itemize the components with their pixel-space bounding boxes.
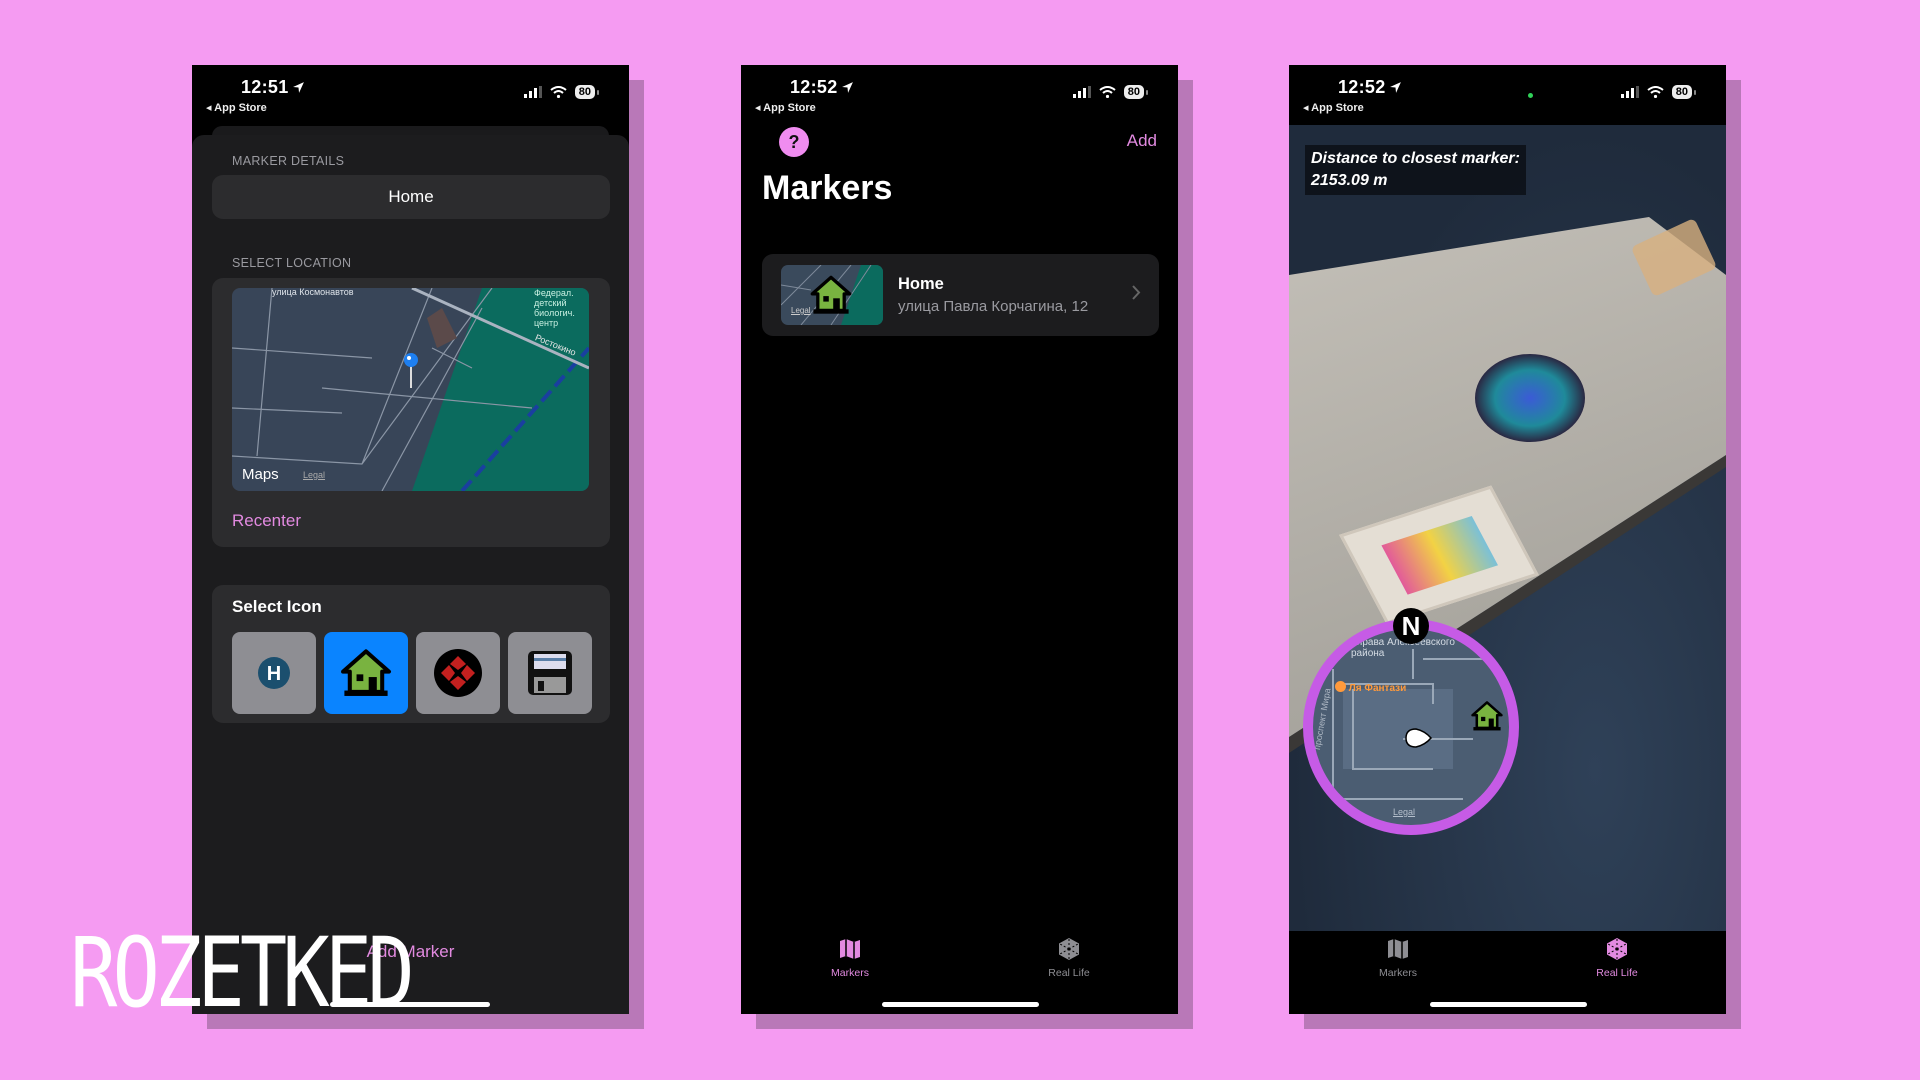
status-time: 12:52 xyxy=(1338,77,1402,98)
wifi-icon xyxy=(1647,86,1664,98)
tab-real-life[interactable]: Real Life xyxy=(1009,937,1129,979)
signal-icon xyxy=(523,86,542,98)
marker-details-label: MARKER DETAILS xyxy=(232,154,345,168)
map-icon xyxy=(1385,937,1411,961)
tab-real-life[interactable]: Real Life xyxy=(1557,937,1677,979)
ar-cube-icon xyxy=(1056,937,1082,961)
floppy-disk-icon xyxy=(528,651,572,695)
north-indicator: N xyxy=(1393,608,1429,644)
status-time: 12:52 xyxy=(790,77,854,98)
house-icon xyxy=(809,273,853,317)
map-poi-label: Федерал. детский биологич. центр xyxy=(534,288,575,328)
marker-title: Home xyxy=(898,275,944,293)
location-arrow-icon xyxy=(841,82,853,93)
add-button[interactable]: Add xyxy=(1127,131,1157,151)
fork-knife-icon xyxy=(1335,681,1346,692)
ar-cube-icon xyxy=(1604,937,1630,961)
tab-markers[interactable]: Markers xyxy=(1338,937,1458,979)
back-to-app-store[interactable]: ◂ App Store xyxy=(206,101,267,114)
page-title: Markers xyxy=(762,169,893,207)
status-icons: 80 xyxy=(1620,85,1697,99)
marker-name-input[interactable]: Home xyxy=(212,175,610,219)
apple-maps-logo: Maps xyxy=(242,466,279,483)
target-icon xyxy=(434,649,482,697)
marker-thumbnail: Legal xyxy=(781,265,883,325)
icon-option-hospital[interactable]: H xyxy=(232,632,316,714)
back-to-app-store[interactable]: ◂ App Store xyxy=(1303,101,1364,114)
svg-text:H: H xyxy=(267,663,281,685)
house-icon xyxy=(339,646,393,700)
icon-option-house[interactable] xyxy=(324,632,408,714)
user-heading-icon xyxy=(1405,728,1432,748)
recenter-button[interactable]: Recenter xyxy=(232,511,301,531)
real-life-screen: 12:52 ◂ App Store 80 Distance to closest… xyxy=(1289,65,1726,1014)
status-icons: 80 xyxy=(523,85,600,99)
select-icon-card: Select Icon H xyxy=(212,585,610,723)
wifi-icon xyxy=(550,86,567,98)
hospital-icon: H xyxy=(258,657,290,689)
select-icon-title: Select Icon xyxy=(232,597,322,616)
help-button[interactable]: ? xyxy=(779,127,809,157)
minimap-legal[interactable]: Legal xyxy=(1393,807,1415,817)
map-street-label: улица Космонавтов xyxy=(272,288,354,297)
home-indicator[interactable] xyxy=(882,1002,1039,1007)
status-time: 12:51 xyxy=(241,77,305,98)
icon-option-target[interactable] xyxy=(416,632,500,714)
chevron-right-icon xyxy=(1132,285,1141,300)
signal-icon xyxy=(1072,86,1091,98)
battery-indicator: 80 xyxy=(1671,85,1697,99)
markers-screen: 12:52 ◂ App Store 80 ? Add Markers Legal… xyxy=(741,65,1178,1014)
minimap-restaurant: Ля Фантази xyxy=(1335,681,1406,694)
wifi-icon xyxy=(1099,86,1116,98)
marker-list-item[interactable]: Legal Home улица Павла Корчагина, 12 xyxy=(762,254,1159,336)
location-arrow-icon xyxy=(1389,82,1401,93)
location-map[interactable]: улица Космонавтов Федерал. детский биоло… xyxy=(232,288,589,491)
marker-form-sheet: MARKER DETAILS Home SELECT LOCATION улиц… xyxy=(192,135,629,1014)
home-indicator[interactable] xyxy=(1430,1002,1587,1007)
marker-address: улица Павла Корчагина, 12 xyxy=(898,298,1089,315)
watermark-underline xyxy=(330,1002,490,1007)
thumbnail-legal: Legal xyxy=(791,306,811,315)
signal-icon xyxy=(1620,86,1639,98)
location-card: улица Космонавтов Федерал. детский биоло… xyxy=(212,278,610,547)
map-icon xyxy=(837,937,863,961)
map-legal-link[interactable]: Legal xyxy=(303,470,325,480)
distance-readout: Distance to closest marker: 2153.09 m xyxy=(1305,145,1526,195)
battery-indicator: 80 xyxy=(1123,85,1149,99)
camera-in-use-dot xyxy=(1528,93,1533,98)
round-sticker xyxy=(1475,354,1585,442)
icon-option-floppy[interactable] xyxy=(508,632,592,714)
status-icons: 80 xyxy=(1072,85,1149,99)
house-marker-icon[interactable] xyxy=(1470,699,1504,733)
location-arrow-icon xyxy=(292,82,304,93)
add-marker-screen: 12:51 ◂ App Store 80 MARKER DETAILS Home… xyxy=(192,65,629,1014)
back-to-app-store[interactable]: ◂ App Store xyxy=(755,101,816,114)
tab-markers[interactable]: Markers xyxy=(790,937,910,979)
battery-indicator: 80 xyxy=(574,85,600,99)
select-location-label: SELECT LOCATION xyxy=(232,256,352,270)
